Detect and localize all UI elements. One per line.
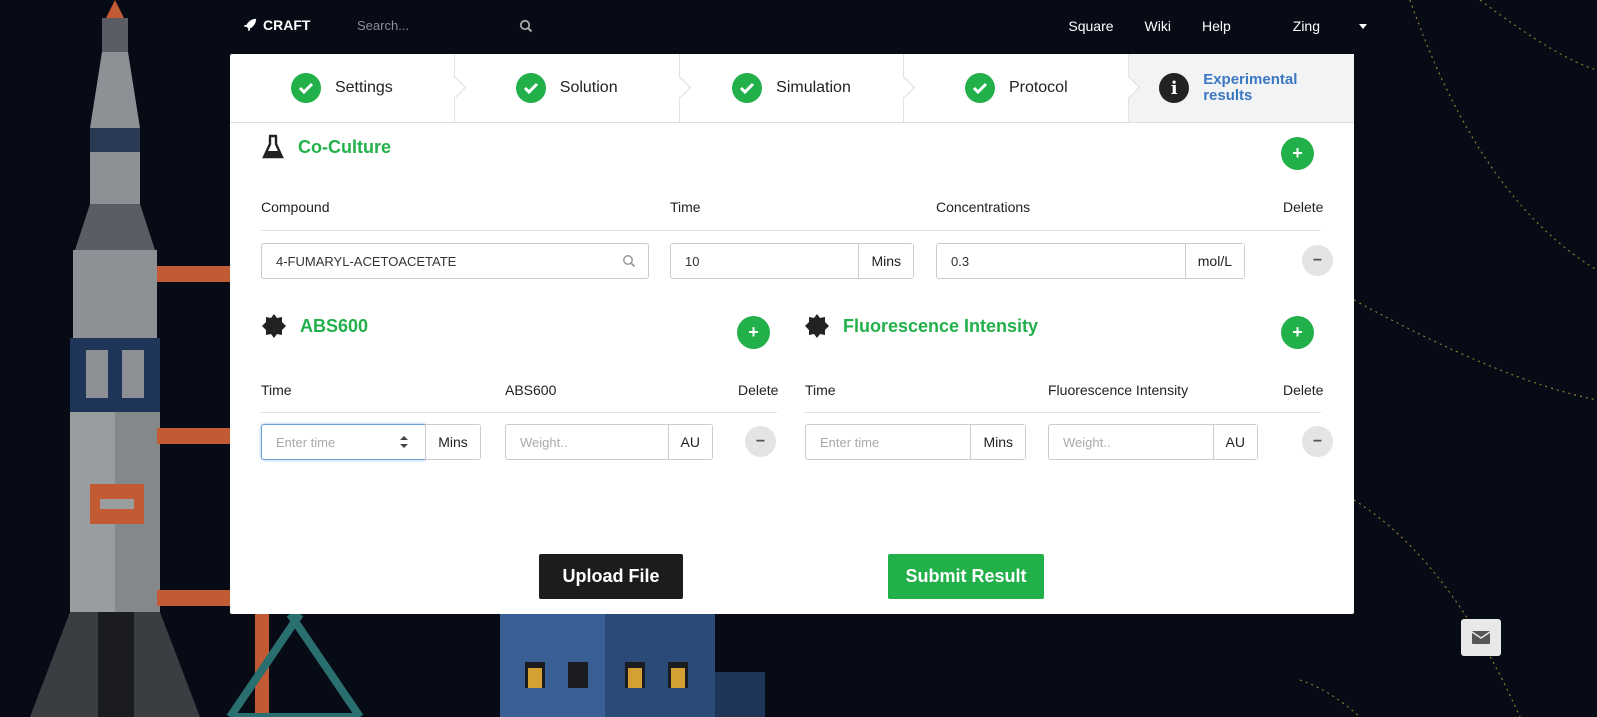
nav-link-wiki[interactable]: Wiki [1145, 18, 1171, 34]
brand-label: CRAFT [263, 17, 311, 33]
abs600-time-field[interactable]: Enter time Mins [261, 424, 482, 460]
step-simulation[interactable]: Simulation [680, 54, 916, 122]
fluorescence-time-field[interactable]: Enter time Mins [805, 424, 1026, 460]
compound-value: 4-FUMARYL-ACETOACETATE [276, 253, 457, 269]
rocket-icon [243, 18, 257, 32]
plus-icon: + [748, 322, 759, 342]
step-label-line2: results [1203, 87, 1253, 104]
step-label: Simulation [776, 79, 851, 96]
delete-coculture-row-button[interactable]: − [1302, 245, 1333, 276]
search-box [357, 17, 535, 37]
nav-links: Square Wiki Help Zing [1037, 18, 1367, 34]
minus-icon: − [1312, 432, 1323, 450]
nav-link-help[interactable]: Help [1202, 18, 1231, 34]
step-label: Solution [559, 79, 618, 96]
delete-header: Delete [1283, 199, 1324, 215]
divider [805, 412, 1321, 413]
info-icon: i [1159, 73, 1190, 103]
add-coculture-button[interactable]: + [1281, 137, 1314, 170]
envelope-icon [1472, 631, 1490, 644]
delete-fluorescence-row-button[interactable]: − [1302, 426, 1333, 457]
brand-link[interactable]: CRAFT [243, 17, 310, 33]
step-label: Protocol [1008, 79, 1068, 96]
spinner-icon[interactable] [399, 435, 409, 449]
flask-icon [262, 134, 284, 159]
abs600-delete-header: Delete [738, 382, 779, 398]
search-input[interactable] [357, 18, 507, 33]
submit-result-button[interactable]: Submit Result [888, 554, 1044, 599]
divider [261, 230, 1321, 231]
compound-field[interactable]: 4-FUMARYL-ACETOACETATE [261, 243, 649, 279]
abs600-value-header: ABS600 [505, 382, 557, 398]
fluorescence-time-placeholder: Enter time [820, 434, 880, 450]
step-protocol[interactable]: Protocol [904, 54, 1141, 122]
value-unit-addon: AU [667, 425, 712, 459]
badge-icon [262, 314, 286, 338]
fluorescence-title: Fluorescence Intensity [805, 314, 1038, 338]
top-navbar: CRAFT Square Wiki Help Zing [0, 0, 1597, 54]
wizard-steps: Settings Solution Simulation Protocol i … [230, 54, 1354, 123]
check-icon [964, 73, 995, 103]
step-label-line1: Experimental [1203, 71, 1298, 88]
abs600-title-text: ABS600 [300, 315, 369, 336]
step-settings[interactable]: Settings [230, 54, 466, 122]
coculture-time-value: 10 [685, 253, 700, 269]
contact-button[interactable] [1461, 619, 1501, 656]
upload-file-button[interactable]: Upload File [539, 554, 683, 599]
concentration-field[interactable]: 0.3 mol/L [936, 243, 1245, 279]
minus-icon: − [1312, 251, 1323, 269]
time-unit-addon: Mins [426, 425, 480, 459]
fluorescence-time-header: Time [805, 382, 836, 398]
abs600-time-placeholder: Enter time [276, 434, 336, 450]
abs600-time-header: Time [261, 382, 292, 398]
check-icon [290, 73, 321, 103]
step-label: Experimental results [1203, 72, 1297, 104]
coculture-time-field[interactable]: 10 Mins [670, 243, 914, 279]
check-icon [515, 73, 546, 103]
user-name: Zing [1292, 18, 1320, 34]
user-menu[interactable]: Zing [1262, 18, 1367, 34]
concentrations-header: Concentrations [936, 199, 1031, 215]
abs600-value-field[interactable]: Weight.. AU [505, 424, 713, 460]
step-solution[interactable]: Solution [455, 54, 691, 122]
time-unit-addon: Mins [970, 425, 1025, 459]
badge-icon [805, 314, 829, 338]
time-header: Time [670, 199, 701, 215]
divider [261, 412, 777, 413]
abs600-time-input[interactable]: Enter time [261, 424, 427, 460]
minus-icon: − [755, 432, 766, 450]
step-label: Settings [334, 79, 393, 96]
time-unit-addon: Mins [858, 244, 913, 278]
abs600-value-placeholder: Weight.. [520, 434, 568, 450]
fluorescence-value-header: Fluorescence Intensity [1048, 382, 1189, 398]
experiment-panel: Settings Solution Simulation Protocol i … [230, 54, 1354, 614]
fluorescence-value-field[interactable]: Weight.. AU [1048, 424, 1258, 460]
search-icon [623, 255, 636, 268]
compound-header: Compound [261, 199, 330, 215]
fluorescence-delete-header: Delete [1283, 382, 1324, 398]
add-fluorescence-button[interactable]: + [1281, 316, 1314, 349]
fluorescence-title-text: Fluorescence Intensity [843, 315, 1039, 336]
abs600-time-unit: Mins [425, 424, 481, 460]
check-icon [732, 73, 763, 103]
coculture-title-text: Co-Culture [298, 136, 391, 157]
coculture-title: Co-Culture [262, 134, 391, 160]
caret-down-icon [1359, 23, 1367, 29]
delete-abs600-row-button[interactable]: − [745, 426, 776, 457]
value-unit-addon: AU [1212, 425, 1257, 459]
step-experimental-results[interactable]: i Experimental results [1129, 54, 1354, 122]
plus-icon: + [1292, 143, 1303, 163]
add-abs600-button[interactable]: + [737, 316, 770, 349]
concentration-unit-addon: mol/L [1184, 244, 1244, 278]
fluorescence-value-placeholder: Weight.. [1063, 434, 1111, 450]
search-icon[interactable] [519, 19, 533, 33]
concentration-value: 0.3 [951, 253, 970, 269]
abs600-title: ABS600 [262, 314, 368, 338]
nav-link-square[interactable]: Square [1068, 18, 1113, 34]
plus-icon: + [1292, 322, 1303, 342]
